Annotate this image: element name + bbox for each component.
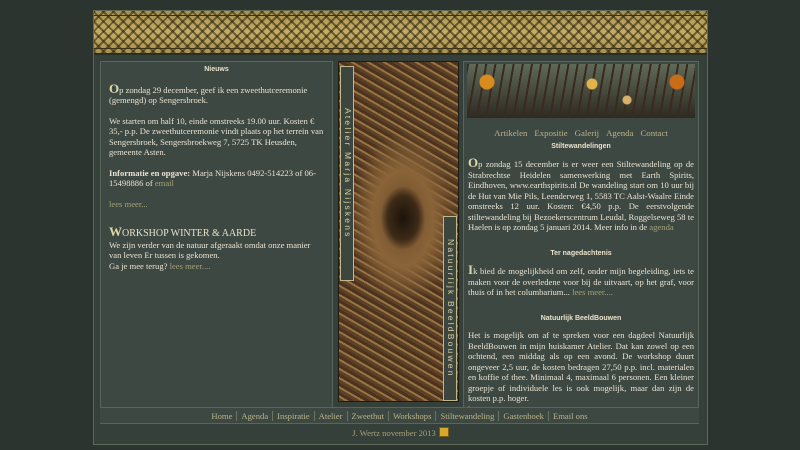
news-heading: Nieuws [204, 66, 229, 73]
top-nav: Artikelen Expositie Galerij Agenda Conta… [464, 128, 698, 139]
bottom-nav: Home Agenda Inspiratie Atelier Zweethut … [100, 407, 699, 424]
news-details: We starten om half 10, einde omstreeks 1… [109, 115, 324, 158]
agenda-link[interactable]: agenda [649, 222, 673, 232]
workshop-title-text: ORKSHOP WINTER & AARDE [122, 228, 257, 239]
nav-artikelen[interactable]: Artikelen [494, 128, 527, 139]
footer-nav-workshops[interactable]: Workshops [393, 411, 431, 421]
nest-photo: Atelier Marja Nijskens Natuurlijk BeeldB… [338, 61, 459, 402]
news-read-more-link[interactable]: lees meer... [109, 199, 324, 210]
stilte-heading: Stiltewandelingen [551, 142, 611, 150]
nav-separator [498, 410, 500, 421]
beeldbouwen-heading: Natuurlijk BeeldBouwen [540, 314, 622, 322]
footer-nav-inspiratie[interactable]: Inspiratie [277, 411, 309, 421]
content-column: Artikelen Expositie Galerij Agenda Conta… [463, 61, 699, 413]
news-intro-text: p zondag 29 december, geef ik een zweeth… [109, 84, 308, 106]
workshop-question: Ga je mee terug? lees meer.... [109, 261, 324, 272]
news-column: Nieuws Op zondag 29 december, geef ik ee… [100, 61, 333, 413]
nav-separator [387, 410, 389, 421]
stilte-text: Op zondag 15 december is er weer een Sti… [464, 155, 698, 233]
atelier-vertical-label: Atelier Marja Nijskens [340, 66, 354, 281]
nav-separator [236, 410, 238, 421]
workshop-text: We zijn verder van de natuur afgeraakt o… [109, 239, 311, 261]
nav-separator [272, 410, 274, 421]
nagedachtenis-read-more-link[interactable]: lees meer.... [572, 287, 613, 297]
workshop-initial: W [109, 224, 122, 239]
page-frame: Nieuws Op zondag 29 december, geef ik ee… [93, 10, 708, 445]
workshop-question-text: Ga je mee terug? [109, 260, 170, 271]
footer-nav-zweethut[interactable]: Zweethut [352, 411, 384, 421]
workshop-title: WORKSHOP WINTER & AARDE [109, 224, 324, 240]
beeldbouwen-text: Het is mogelijk om af te spreken voor ee… [468, 330, 694, 403]
stilte-initial: O [468, 155, 479, 170]
nav-separator [346, 410, 348, 421]
nav-separator [547, 410, 549, 421]
footer-nav-agenda[interactable]: Agenda [241, 411, 268, 421]
news-intro: Op zondag 29 december, geef ik een zweet… [109, 80, 324, 106]
footer: J. Wertz november 2013 [94, 427, 707, 438]
nav-agenda[interactable]: Agenda [606, 128, 633, 139]
nav-separator [313, 410, 315, 421]
nav-separator [435, 410, 437, 421]
nav-galerij[interactable]: Galerij [575, 128, 599, 139]
celtic-knot-banner [94, 11, 707, 55]
news-initial: O [109, 80, 120, 96]
footer-nav-stiltewandeling[interactable]: Stiltewandeling [440, 411, 494, 421]
badge-icon[interactable] [438, 427, 449, 437]
autumn-leaves-image [467, 64, 695, 118]
beeldbouwen-vertical-label: Natuurlijk BeeldBouwen [443, 216, 457, 401]
nav-contact[interactable]: Contact [640, 128, 667, 139]
footer-nav-home[interactable]: Home [211, 411, 232, 421]
info-label: Informatie en opgave: [109, 167, 191, 178]
email-link[interactable]: email [155, 178, 174, 188]
workshop-read-more-link[interactable]: lees meer.... [170, 261, 211, 271]
footer-nav-atelier[interactable]: Atelier [319, 411, 343, 421]
footer-nav-email[interactable]: Email ons [553, 411, 588, 421]
footer-nav-gastenboek[interactable]: Gastenboek [503, 411, 544, 421]
footer-credit: J. Wertz november 2013 [352, 428, 436, 438]
nagedachtenis-text: Ik bied de mogelijkheid om zelf, onder m… [464, 263, 698, 298]
news-info: Informatie en opgave: Marja Nijskens 049… [109, 168, 324, 189]
nav-expositie[interactable]: Expositie [534, 128, 567, 139]
nagedachtenis-heading: Ter nagedachtenis [550, 249, 612, 257]
